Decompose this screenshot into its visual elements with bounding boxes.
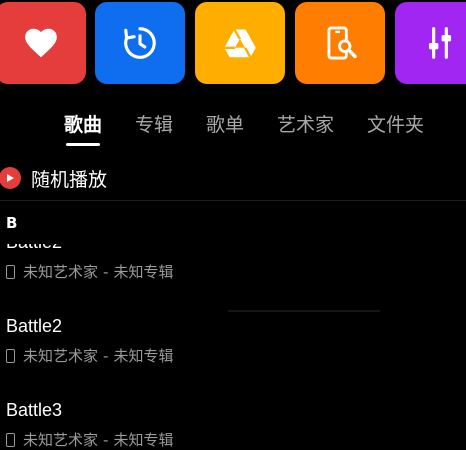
song-album: 未知专辑 <box>113 263 174 281</box>
song-title: Battle2 <box>6 232 63 252</box>
meta-separator: - <box>103 346 109 365</box>
drive-shortcut[interactable] <box>195 2 285 84</box>
meta-separator: - <box>103 262 109 281</box>
phone-search-icon <box>327 26 357 60</box>
list-item[interactable]: Battle3 未知艺术家 - 未知专辑 <box>6 400 173 450</box>
divider <box>0 200 466 201</box>
section-index-letter: B <box>6 214 18 232</box>
local-device-icon <box>6 348 15 363</box>
local-device-icon <box>6 264 15 279</box>
play-icon <box>0 167 21 189</box>
song-meta: 未知艺术家 - 未知专辑 <box>6 345 173 366</box>
shortcut-bar <box>0 2 466 84</box>
tab-playlists[interactable]: 歌单 <box>206 110 244 137</box>
shuffle-play-row[interactable]: 随机播放 <box>0 164 107 192</box>
list-item[interactable]: Battle2 未知艺术家 - 未知专辑 <box>6 316 173 366</box>
tab-songs[interactable]: 歌曲 <box>64 110 102 137</box>
scan-shortcut[interactable] <box>295 2 385 84</box>
drive-icon <box>224 28 256 58</box>
equalizer-shortcut[interactable] <box>395 2 466 84</box>
history-icon <box>124 27 156 59</box>
song-album: 未知专辑 <box>113 347 174 365</box>
active-tab-indicator <box>66 143 100 146</box>
song-album: 未知专辑 <box>113 431 174 449</box>
favorites-shortcut[interactable] <box>0 2 86 84</box>
song-meta: 未知艺术家 - 未知专辑 <box>6 429 173 450</box>
song-title: Battle2 <box>6 316 63 336</box>
shuffle-play-label: 随机播放 <box>31 168 108 191</box>
song-title: Battle3 <box>6 400 63 420</box>
song-artist: 未知艺术家 <box>23 431 99 449</box>
song-meta: 未知艺术家 - 未知专辑 <box>6 261 173 282</box>
song-artist: 未知艺术家 <box>23 347 99 365</box>
tab-folders[interactable]: 文件夹 <box>367 110 424 137</box>
tab-artists[interactable]: 艺术家 <box>277 110 334 137</box>
divider <box>228 310 380 312</box>
recent-shortcut[interactable] <box>95 2 185 84</box>
song-artist: 未知艺术家 <box>23 263 99 281</box>
equalizer-icon <box>428 27 452 59</box>
tab-albums[interactable]: 专辑 <box>135 110 173 137</box>
list-item[interactable]: Battle2 未知艺术家 - 未知专辑 <box>6 232 173 282</box>
heart-icon <box>25 28 57 58</box>
local-device-icon <box>6 432 15 447</box>
meta-separator: - <box>103 430 109 449</box>
